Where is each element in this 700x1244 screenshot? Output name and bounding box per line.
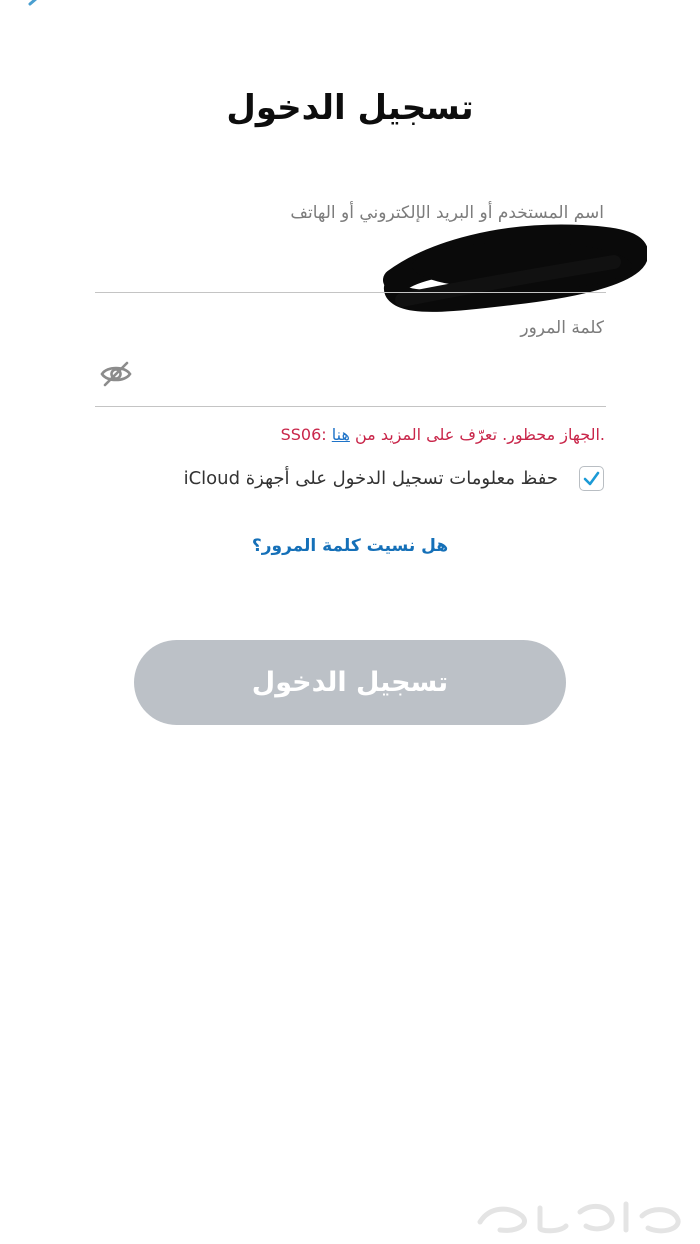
- username-label: اسم المستخدم أو البريد الإلكتروني أو اله…: [290, 203, 604, 223]
- error-text: .الجهاز محظور. تعرّف على المزيد من: [349, 425, 605, 444]
- redaction-scribble: [383, 224, 647, 312]
- save-login-label: حفظ معلومات تسجيل الدخول على أجهزة iClou…: [183, 468, 558, 489]
- password-label: كلمة المرور: [520, 318, 604, 338]
- error-code: :SS06: [280, 425, 332, 444]
- save-login-checkbox[interactable]: [579, 466, 604, 491]
- forgot-password-link[interactable]: هل نسيت كلمة المرور؟: [0, 536, 700, 556]
- login-button[interactable]: تسجيل الدخول: [134, 640, 566, 725]
- username-underline: [95, 292, 606, 293]
- checkmark-icon: [583, 471, 600, 486]
- page-title: تسجيل الدخول: [226, 88, 474, 128]
- haraj-watermark-logo: [477, 1201, 681, 1234]
- password-underline: [95, 406, 606, 407]
- back-chevron-icon[interactable]: [20, 0, 50, 16]
- error-message: .الجهاز محظور. تعرّف على المزيد من هنا :…: [281, 425, 605, 444]
- eye-off-icon[interactable]: [99, 360, 133, 388]
- error-learn-more-link[interactable]: هنا: [332, 425, 350, 444]
